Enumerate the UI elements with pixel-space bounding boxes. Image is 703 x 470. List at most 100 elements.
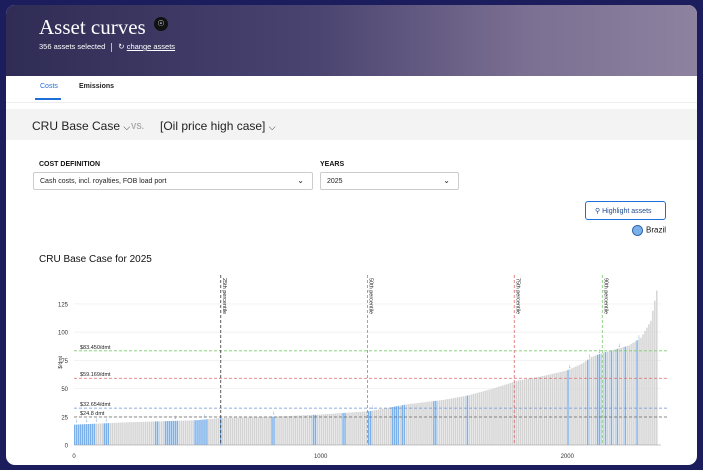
highlighted-asset-bar: [369, 410, 372, 445]
asset-bar: [640, 337, 642, 445]
highlighted-asset-bar: [75, 424, 78, 445]
asset-bar: [634, 341, 636, 445]
highlighted-asset-bar: [103, 423, 106, 445]
cost-definition-select[interactable]: Cash costs, incl. royalties, FOB load po…: [33, 172, 313, 190]
change-assets-link[interactable]: change assets: [127, 42, 175, 51]
asset-bar: [557, 372, 559, 445]
asset-bar: [239, 417, 242, 445]
tab-costs[interactable]: Costs: [40, 83, 58, 90]
asset-bar: [620, 347, 623, 445]
highlighted-asset-bar: [395, 406, 398, 445]
asset-bar: [612, 349, 615, 445]
asset-bar: [208, 419, 210, 445]
highlight-marker-icon: ↓: [85, 418, 88, 424]
cost-curve-chart: 0255075100125010002000Production Mt wet$…: [58, 275, 667, 460]
asset-bar: [506, 384, 508, 445]
asset-bar: [186, 420, 188, 445]
asset-bar: [508, 383, 510, 445]
asset-bar: [387, 407, 390, 445]
asset-bar: [338, 413, 340, 445]
asset-bar: [216, 418, 218, 445]
asset-bar: [413, 403, 415, 445]
highlighted-asset-bar: [194, 420, 196, 445]
y-tick-label: 125: [58, 302, 69, 308]
asset-bar: [630, 344, 632, 445]
asset-bar: [275, 416, 277, 445]
asset-bar: [618, 348, 621, 445]
asset-bar: [594, 355, 597, 445]
highlighted-asset-bar: [79, 424, 82, 445]
percentile-label: 50th percentile: [368, 278, 374, 314]
highlighted-asset-bar: [156, 421, 159, 445]
asset-bar: [265, 416, 267, 445]
highlighted-asset-bar: [198, 419, 200, 445]
highlight-marker-icon: ↓: [105, 417, 108, 423]
highlighted-asset-bar: [312, 414, 315, 445]
highlighted-asset-bar: [91, 423, 94, 445]
asset-bar: [178, 420, 181, 445]
asset-bar: [192, 420, 194, 445]
highlighted-asset-bar: [83, 424, 86, 445]
asset-bar: [328, 413, 331, 445]
app-window: Asset curves ☉ 356 assets selected ↻ chan…: [6, 5, 697, 465]
asset-bar: [517, 380, 520, 445]
highlighted-asset-bar: [596, 354, 599, 445]
x-tick-label: 2000: [561, 454, 575, 460]
asset-bar: [322, 414, 325, 445]
asset-bar: [521, 379, 524, 445]
divider: [111, 42, 113, 52]
x-tick-label: 0: [72, 454, 76, 460]
asset-bar: [458, 396, 461, 445]
highlighted-asset-bar: [567, 370, 569, 445]
asset-bar: [245, 417, 248, 445]
asset-bar: [287, 416, 289, 445]
asset-bar: [650, 320, 652, 445]
asset-bar: [147, 421, 149, 445]
asset-bar: [464, 395, 467, 445]
asset-bar: [306, 415, 309, 445]
vs-label: VS.: [131, 122, 144, 131]
scenario-left-dropdown[interactable]: CRU Base Case ⌵: [32, 119, 130, 133]
asset-bar: [141, 421, 143, 445]
asset-bar: [135, 422, 137, 445]
asset-bar: [498, 386, 500, 445]
cost-definition-label: COST DEFINITION: [39, 161, 101, 168]
y-tick-label: 25: [61, 415, 68, 421]
reference-line-label: $59.169/dmt: [80, 372, 111, 378]
tab-emissions[interactable]: Emissions: [79, 83, 114, 90]
asset-bar: [427, 401, 429, 445]
asset-bar: [478, 392, 480, 445]
asset-bar: [281, 416, 283, 445]
years-label: YEARS: [320, 161, 345, 168]
asset-bar: [235, 417, 238, 445]
highlighted-asset-bar: [616, 348, 619, 445]
asset-bar: [450, 398, 453, 445]
highlight-assets-button[interactable]: ⚲ Highlight assets: [585, 201, 666, 220]
asset-bar: [474, 393, 477, 445]
asset-bar: [221, 417, 224, 445]
eye-off-icon[interactable]: ☉: [154, 17, 168, 31]
asset-bar: [269, 416, 271, 445]
asset-bar: [340, 413, 342, 445]
scenario-right-dropdown[interactable]: [Oil price high case] ⌵: [160, 119, 276, 133]
y-tick-label: 100: [58, 331, 69, 337]
highlighted-asset-bar: [164, 421, 167, 445]
asset-bar: [362, 411, 364, 445]
highlighted-asset-bar: [344, 412, 346, 445]
asset-bar: [409, 403, 411, 445]
asset-bar: [214, 418, 216, 445]
asset-bar: [263, 416, 265, 445]
y-tick-label: 0: [65, 444, 69, 450]
years-select[interactable]: 2025 ⌄: [320, 172, 459, 190]
asset-bar: [125, 422, 127, 445]
asset-bar: [352, 412, 354, 445]
asset-bar: [318, 414, 321, 445]
cost-definition-value: Cash costs, incl. royalties, FOB load po…: [40, 178, 167, 185]
highlighted-asset-bar: [107, 423, 110, 445]
asset-bar: [622, 347, 624, 445]
asset-bar: [375, 409, 378, 445]
asset-bar: [229, 417, 232, 445]
asset-bar: [277, 416, 279, 445]
asset-bar: [237, 417, 240, 445]
asset-bar: [439, 400, 441, 445]
